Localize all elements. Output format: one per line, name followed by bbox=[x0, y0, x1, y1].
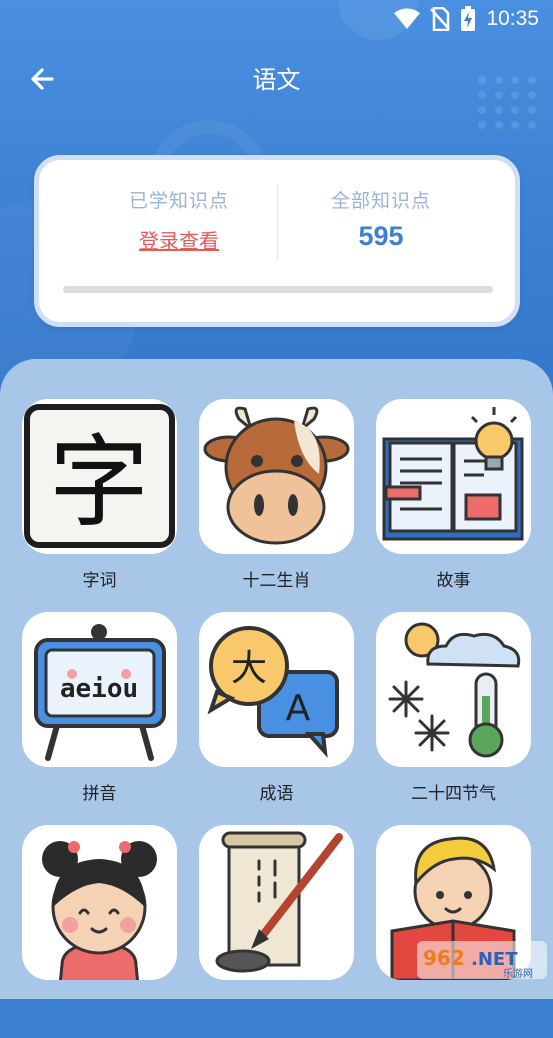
svg-text:乐游网: 乐游网 bbox=[503, 967, 533, 979]
tile-image: aeiou bbox=[22, 612, 177, 767]
tile-image bbox=[22, 825, 177, 980]
svg-text:962: 962 bbox=[423, 946, 465, 970]
translate-bubbles-icon: A 大 bbox=[207, 626, 339, 759]
ox-zodiac-icon bbox=[203, 406, 350, 545]
svg-text:大: 大 bbox=[231, 648, 267, 689]
tile-image bbox=[376, 612, 531, 767]
girl-face-icon bbox=[42, 841, 157, 980]
svg-text:A: A bbox=[286, 688, 311, 729]
category-tile-stories[interactable]: 故事 bbox=[376, 399, 531, 612]
open-book-lightbulb-icon bbox=[382, 407, 524, 541]
login-to-view-link[interactable]: 登录查看 bbox=[64, 225, 294, 254]
progress-bar bbox=[63, 286, 493, 293]
category-tile-pinyin[interactable]: aeiou 拼音 bbox=[22, 612, 177, 825]
tile-label: 故事 bbox=[436, 571, 471, 591]
tile-image bbox=[376, 399, 531, 554]
pinyin-board-icon: aeiou bbox=[34, 624, 166, 761]
tile-image: A 大 bbox=[199, 612, 354, 767]
learned-label: 已学知识点 bbox=[128, 190, 229, 212]
tile-label: 二十四节气 bbox=[411, 784, 496, 804]
tile-image bbox=[199, 399, 354, 554]
character-card-icon: 字 bbox=[24, 404, 175, 548]
status-bar: 10:35 bbox=[0, 0, 553, 36]
tile-label: 拼音 bbox=[82, 784, 117, 804]
page-title: 语文 bbox=[252, 66, 301, 94]
scroll-brush-icon bbox=[215, 831, 343, 973]
category-tile-reading[interactable] bbox=[376, 825, 531, 1038]
category-tile-character[interactable] bbox=[22, 825, 177, 1038]
stats-card: 已学知识点 登录查看 全部知识点 595 bbox=[34, 155, 520, 327]
site-watermark-logo: 962 .NET 乐游网 bbox=[417, 941, 547, 979]
total-stat: 全部知识点 595 bbox=[266, 186, 496, 252]
tile-image: 字 bbox=[22, 399, 177, 554]
svg-text:.NET: .NET bbox=[471, 949, 518, 970]
status-time: 10:35 bbox=[486, 7, 539, 30]
total-label: 全部知识点 bbox=[330, 190, 431, 212]
tile-label: 成语 bbox=[259, 784, 294, 804]
category-tile-idioms[interactable]: A 大 成语 bbox=[199, 612, 354, 825]
tile-image bbox=[199, 825, 354, 980]
svg-text:字: 字 bbox=[49, 424, 149, 541]
category-tile-zodiac[interactable]: 十二生肖 bbox=[199, 399, 354, 612]
tile-label: 字词 bbox=[82, 571, 117, 591]
learned-stat: 已学知识点 登录查看 bbox=[64, 186, 294, 254]
battery-charging-icon bbox=[461, 6, 476, 31]
category-tile-calligraphy[interactable] bbox=[199, 825, 354, 1038]
wifi-icon bbox=[394, 8, 421, 29]
content-panel: 字 字词 十二生肖 故事 aeiou 拼音 A 大 成语 二十四节气 bbox=[0, 359, 553, 999]
category-tile-solar-terms[interactable]: 二十四节气 bbox=[376, 612, 531, 825]
category-tile-words[interactable]: 字 字词 bbox=[22, 399, 177, 612]
weather-thermometer-icon bbox=[388, 622, 521, 758]
total-value: 595 bbox=[358, 221, 404, 251]
tile-label: 十二生肖 bbox=[242, 571, 311, 591]
nav-bar: 语文 bbox=[0, 56, 553, 100]
no-sim-icon bbox=[430, 7, 451, 31]
